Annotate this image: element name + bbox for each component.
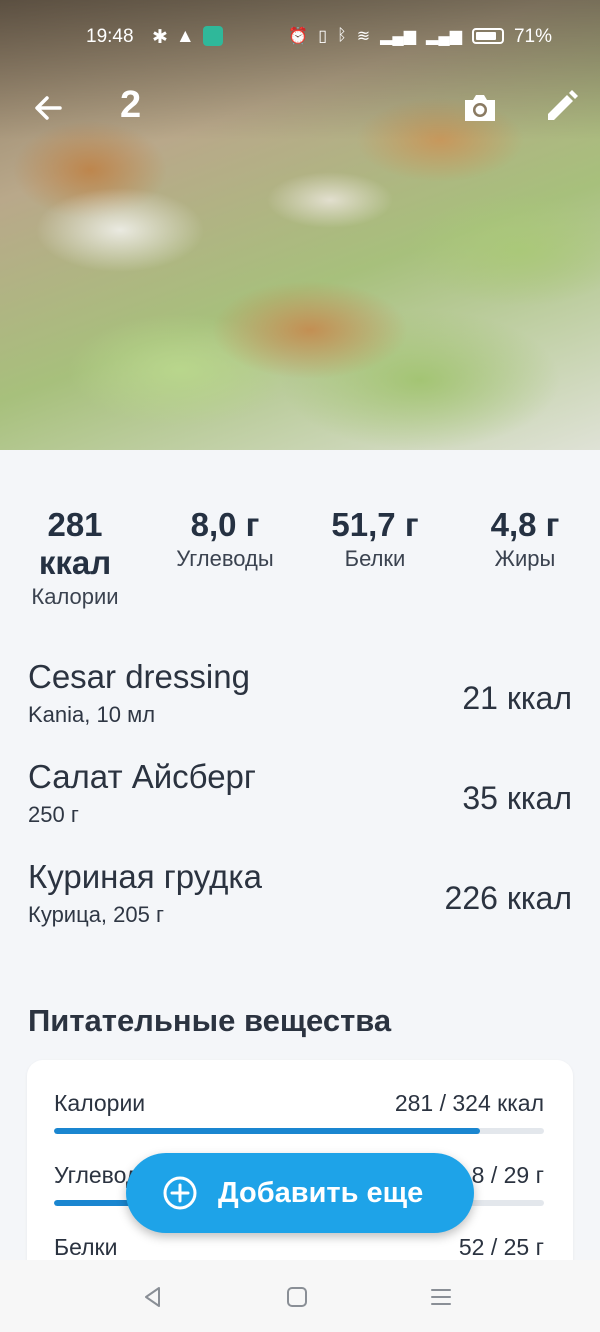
calories-label: Калории — [31, 584, 119, 609]
food-item-list: Cesar dressing Kania, 10 мл 21 ккал Сала… — [0, 654, 600, 954]
protein-value: 51,7 г — [331, 506, 419, 543]
plus-circle-icon — [163, 1176, 197, 1210]
notification-icons: ✱ ▲ — [152, 26, 223, 49]
signal-icon: ▂▄▆ — [380, 28, 417, 45]
food-item-kcal: 35 ккал — [462, 780, 572, 816]
food-item[interactable]: Куриная грудка Курица, 205 г 226 ккал — [0, 854, 600, 954]
nutrient-value: 52 / 25 г — [458, 1234, 544, 1260]
wifi-icon: ≋ — [356, 28, 371, 45]
food-item-detail: 250 г — [28, 802, 79, 827]
app-bar: 2 — [0, 80, 600, 136]
bluetooth-icon: ᛒ — [337, 27, 347, 44]
nav-home-icon[interactable] — [284, 1284, 310, 1310]
nutrition-summary: 281 ккал Калории 8,0 г Углеводы 51,7 г Б… — [0, 506, 600, 626]
food-item[interactable]: Cesar dressing Kania, 10 мл 21 ккал — [0, 654, 600, 754]
protein-summary: 51,7 г Белки — [310, 506, 440, 574]
calories-value: 281 — [47, 506, 103, 543]
system-nav-bar — [0, 1260, 600, 1332]
calories-unit: ккал — [38, 544, 112, 581]
food-item-kcal: 226 ккал — [444, 880, 572, 916]
alarm-icon: ⏰ — [288, 28, 309, 45]
food-item[interactable]: Салат Айсберг 250 г 35 ккал — [0, 754, 600, 854]
food-item-name: Куриная грудка — [28, 858, 262, 895]
fat-value: 4,8 г — [490, 506, 560, 543]
vibrate-icon: ▯ — [318, 28, 328, 45]
status-time: 19:48 — [86, 26, 134, 47]
meal-photo — [0, 0, 600, 450]
food-item-detail: Kania, 10 мл — [28, 702, 156, 727]
battery-percent: 71% — [513, 26, 552, 47]
calories-summary: 281 ккал Калории — [10, 506, 140, 612]
food-item-kcal: 21 ккал — [462, 680, 572, 716]
protein-label: Белки — [344, 546, 406, 571]
nutrient-value: 281 / 324 ккал — [394, 1090, 544, 1116]
battery-icon — [472, 28, 504, 44]
photo-count: 2 — [120, 84, 142, 126]
carbs-value: 8,0 г — [190, 506, 260, 543]
pinwheel-icon: ✱ — [152, 27, 168, 48]
status-bar: 19:48 ✱ ▲ ⏰ ▯ ᛒ ≋ ▂▄▆ ▂▄▆ 71% — [0, 22, 600, 56]
food-item-detail: Курица, 205 г — [28, 902, 164, 927]
carbs-summary: 8,0 г Углеводы — [155, 506, 295, 574]
pencil-icon[interactable] — [540, 86, 582, 128]
nav-back-icon[interactable] — [140, 1284, 166, 1310]
fat-summary: 4,8 г Жиры — [460, 506, 590, 574]
add-more-button[interactable]: Добавить еще — [126, 1153, 474, 1233]
signal-2-icon: ▂▄▆ — [426, 28, 462, 45]
system-icons: ⏰ ▯ ᛒ ≋ ▂▄▆ ▂▄▆ — [288, 26, 504, 46]
fat-label: Жиры — [494, 546, 556, 571]
food-item-name: Салат Айсберг — [28, 758, 256, 795]
nav-menu-icon[interactable] — [428, 1284, 454, 1310]
nutrient-progress-track — [54, 1128, 544, 1134]
nutrients-title: Питательные вещества — [28, 1003, 392, 1038]
nutrient-progress-bar — [54, 1128, 481, 1134]
app-notification-icon — [202, 26, 223, 46]
carbs-label: Углеводы — [176, 546, 274, 571]
arrow-left-icon[interactable] — [28, 88, 68, 128]
add-more-label: Добавить еще — [218, 1176, 424, 1209]
nutrient-label: Калории — [54, 1090, 146, 1116]
food-item-name: Cesar dressing — [28, 658, 250, 695]
camera-icon[interactable] — [460, 88, 500, 128]
warning-icon: ▲ — [175, 26, 195, 47]
nutrient-value: 8 / 29 г — [471, 1162, 544, 1188]
nutrient-label: Белки — [54, 1234, 118, 1260]
